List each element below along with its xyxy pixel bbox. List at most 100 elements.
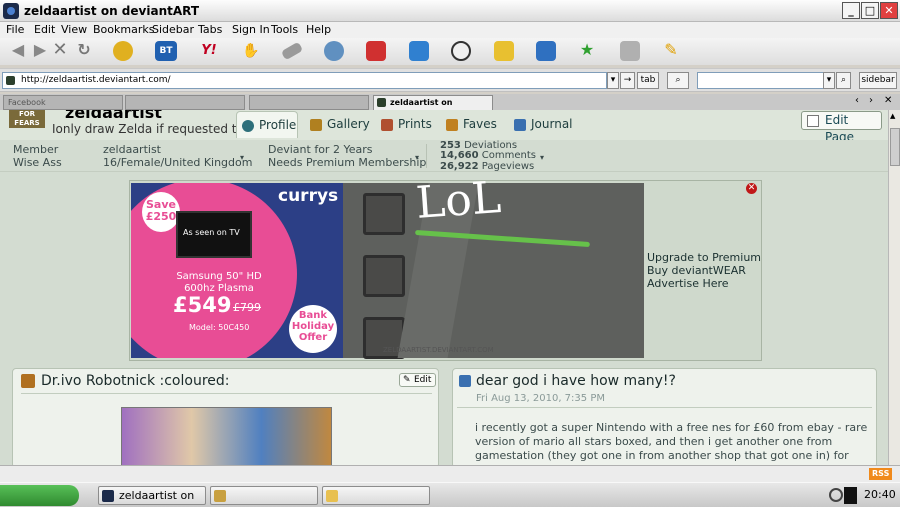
home-icon[interactable] <box>113 41 133 61</box>
search-dropdown-button[interactable]: ▾ <box>823 72 835 89</box>
divider <box>457 407 872 408</box>
chevron-down-icon[interactable]: ▾ <box>415 151 419 164</box>
tray-icon[interactable] <box>844 487 857 504</box>
cube-icon[interactable] <box>409 41 429 61</box>
tab-facebook[interactable]: Facebook <box>3 95 123 110</box>
journal-title[interactable]: dear god i have how many!? <box>476 373 676 389</box>
ad-currys[interactable]: Save £250 currys As seen on TV Samsung 5… <box>131 183 343 358</box>
folder-icon <box>326 490 338 502</box>
link-upgrade-premium[interactable]: Upgrade to Premium <box>647 251 761 264</box>
tab-blank-2[interactable] <box>249 95 369 110</box>
browser-app-icon <box>3 3 19 19</box>
address-bar-row: http://zeldaartist.deviantart.com/ ▾ → t… <box>0 68 900 92</box>
edit-page-button[interactable]: Edit Page <box>801 111 882 144</box>
star-icon[interactable]: ★ <box>577 41 597 61</box>
stat-comments: 14,660 Comments <box>440 150 536 161</box>
soccer-ball-icon[interactable] <box>451 41 471 61</box>
faves-icon <box>446 119 458 131</box>
link-advertise-here[interactable]: Advertise Here <box>647 277 761 290</box>
profile-header: FOR FEARS zeldaartist Ionly draw Zelda i… <box>0 110 888 144</box>
tab-bar: Facebook zeldaartist on deviantA... ‹ › … <box>0 94 900 111</box>
network-icon[interactable] <box>324 41 344 61</box>
menu-bookmarks[interactable]: Bookmarks <box>93 23 154 36</box>
deviant-for: Deviant for 2 Years <box>268 143 373 156</box>
maximize-button[interactable]: □ <box>861 2 879 19</box>
task-folder[interactable] <box>322 486 430 505</box>
bt-icon[interactable]: BT <box>155 41 177 61</box>
page-scrollbar[interactable]: ▲ <box>888 110 900 465</box>
tab-faves[interactable]: Faves <box>441 111 501 138</box>
start-button[interactable] <box>0 485 79 506</box>
menu-tools[interactable]: Tools <box>271 23 298 36</box>
tab-scroll-left-icon[interactable]: ‹ <box>855 95 859 106</box>
search-engine-button[interactable]: ⌕ <box>667 72 689 89</box>
printer-icon[interactable] <box>620 41 640 61</box>
menu-tabs[interactable]: Tabs <box>198 23 222 36</box>
scroll-up-icon[interactable]: ▲ <box>890 112 895 120</box>
jar-icon[interactable] <box>494 41 514 61</box>
back-icon[interactable]: ◀ <box>8 41 28 61</box>
tray-clock-icon[interactable] <box>829 488 843 502</box>
search-input[interactable] <box>697 72 835 89</box>
ad-close-icon[interactable]: ✕ <box>746 183 757 194</box>
menu-file[interactable]: File <box>6 23 24 36</box>
ad-price: £549 <box>173 293 232 317</box>
tab-blank-1[interactable] <box>125 95 245 110</box>
scroll-thumb[interactable] <box>890 128 900 166</box>
deviantart-favicon-icon <box>377 98 386 107</box>
tab-deviantart[interactable]: zeldaartist on deviantA... <box>373 95 493 111</box>
app-icon <box>214 490 226 502</box>
url-dropdown-button[interactable]: ▾ <box>607 72 619 89</box>
popcorn-icon[interactable] <box>366 41 386 61</box>
close-button[interactable]: ✕ <box>880 2 898 19</box>
yahoo-icon[interactable]: Y! <box>197 41 221 61</box>
menu-sidebar[interactable]: Sidebar <box>152 23 194 36</box>
package-icon[interactable] <box>536 41 556 61</box>
profile-username[interactable]: zeldaartist <box>65 110 162 122</box>
menu-view[interactable]: View <box>61 23 87 36</box>
link-buy-deviantwear[interactable]: Buy deviantWEAR <box>647 264 761 277</box>
journal-icon <box>459 375 471 387</box>
hand-icon[interactable]: ✋ <box>241 41 261 61</box>
ad-blocked-placeholder: LoL ZELDAARTIST.DEVIANTART.COM <box>343 172 644 359</box>
tab-close-icon[interactable]: ✕ <box>884 95 892 106</box>
url-field[interactable]: http://zeldaartist.deviantart.com/ <box>2 72 607 89</box>
menu-bar: File Edit View Bookmarks Sidebar Tabs Si… <box>0 22 900 38</box>
tool-icon[interactable] <box>280 41 304 61</box>
chevron-down-icon[interactable]: ▾ <box>540 151 544 164</box>
journal-body: i recently got a super Nintendo with a f… <box>475 421 868 465</box>
deviation-title[interactable]: Dr.ivo Robotnick :coloured: <box>41 373 230 389</box>
tab-faves-label: Faves <box>463 117 497 131</box>
chevron-down-icon[interactable]: ▾ <box>240 151 244 164</box>
rss-badge[interactable]: RSS <box>869 468 893 480</box>
member-title: Wise Ass <box>13 156 62 169</box>
deviation-thumbnail[interactable] <box>121 407 332 465</box>
new-tab-button[interactable]: tab <box>637 72 659 89</box>
task-browser[interactable]: zeldaartist on de... <box>98 486 206 505</box>
minimize-button[interactable]: _ <box>842 2 860 19</box>
deviation-edit-button[interactable]: ✎ Edit <box>399 373 437 387</box>
stop-icon[interactable]: ✕ <box>50 41 70 61</box>
search-button[interactable]: ⌕ <box>836 72 851 89</box>
pencil-icon[interactable]: ✎ <box>661 41 681 61</box>
forward-icon[interactable]: ▶ <box>30 41 50 61</box>
tab-prints[interactable]: Prints <box>376 111 432 138</box>
tab-scroll-right-icon[interactable]: › <box>869 95 873 106</box>
menu-sign-in[interactable]: Sign In <box>232 23 270 36</box>
tray-time: 20:40 <box>864 488 896 501</box>
menu-help[interactable]: Help <box>306 23 331 36</box>
sidebar-button[interactable]: sidebar <box>859 72 897 89</box>
ad-save-badge: Save £250 <box>142 192 180 232</box>
tab-profile[interactable]: Profile <box>236 111 298 138</box>
avatar[interactable]: FOR FEARS <box>9 110 45 128</box>
menu-edit[interactable]: Edit <box>34 23 55 36</box>
premium-note[interactable]: Needs Premium Membership <box>268 156 426 169</box>
profile-tagline: Ionly draw Zelda if requested to <box>52 122 244 136</box>
reload-icon[interactable]: ↻ <box>74 41 94 61</box>
tab-gallery[interactable]: Gallery <box>305 111 370 138</box>
task-window-2[interactable] <box>210 486 318 505</box>
tab-profile-label: Profile <box>259 118 297 132</box>
tab-journal[interactable]: Journal <box>509 111 577 138</box>
go-button[interactable]: → <box>620 72 635 89</box>
tab-gallery-label: Gallery <box>327 117 370 131</box>
